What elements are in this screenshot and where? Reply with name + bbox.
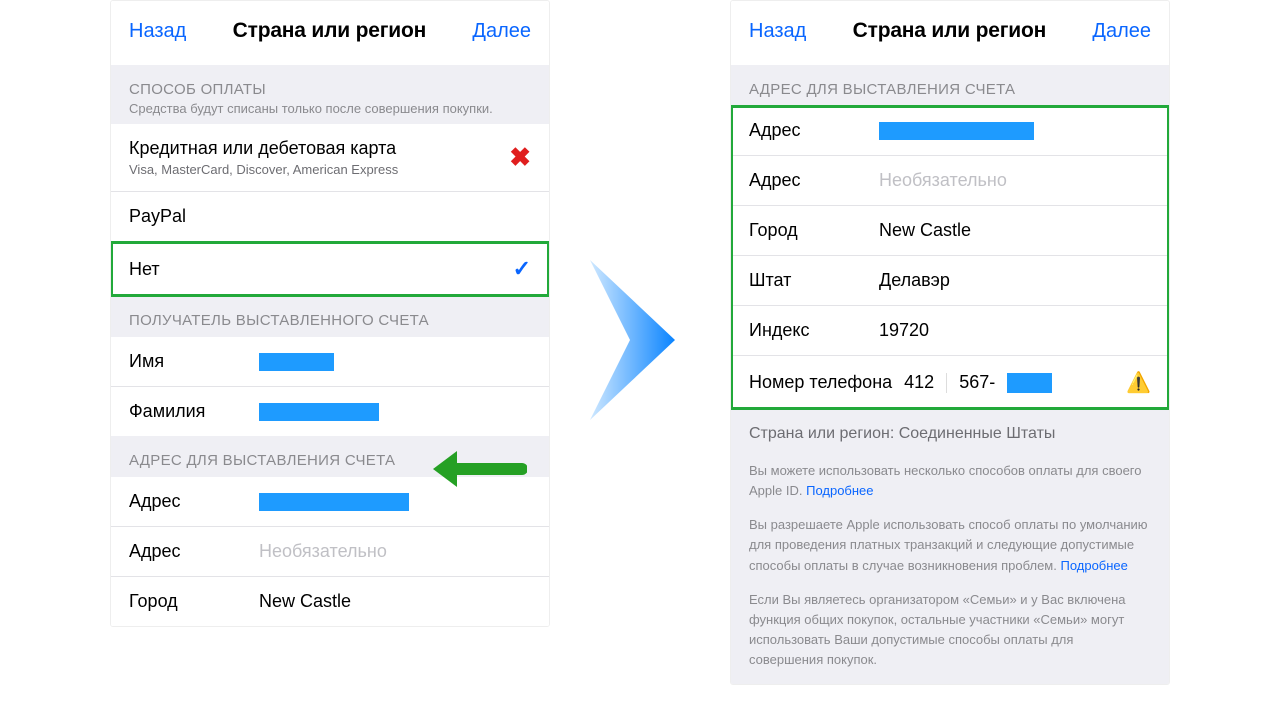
state-value: Делавэр	[879, 270, 1151, 291]
city-field[interactable]: Город New Castle	[111, 577, 549, 626]
address-label: Адрес	[749, 120, 879, 141]
first-name-field[interactable]: Имя	[111, 337, 549, 387]
billing-address-right-list: Адрес Адрес Необязательно Город New Cast…	[731, 106, 1169, 409]
back-button[interactable]: Назад	[749, 20, 806, 43]
nav-bar: Назад Страна или регион Далее	[111, 1, 549, 65]
divider	[946, 373, 947, 393]
payment-method-title: СПОСОБ ОПЛАТЫ	[129, 81, 531, 98]
address2-placeholder: Необязательно	[879, 170, 1151, 191]
billing-address-left-list: Адрес Адрес Необязательно Город New Cast…	[111, 477, 549, 626]
page-title: Страна или регион	[853, 19, 1046, 43]
address2-field[interactable]: Адрес Необязательно	[111, 527, 549, 577]
payment-method-subtitle: Средства будут списаны только после сове…	[129, 101, 531, 116]
country-summary: Страна или регион: Соединенные Штаты	[731, 409, 1169, 451]
city-label: Город	[129, 591, 259, 612]
redacted-block	[879, 122, 1034, 140]
chevron-right-icon	[570, 250, 710, 430]
address2-placeholder: Необязательно	[259, 541, 531, 562]
zip-value: 19720	[879, 320, 1151, 341]
redacted-block	[259, 403, 379, 421]
next-button[interactable]: Далее	[472, 20, 531, 43]
phone-area: 412	[904, 372, 934, 393]
recipient-title: ПОЛУЧАТЕЛЬ ВЫСТАВЛЕННОГО СЧЕТА	[129, 312, 531, 329]
state-label: Штат	[749, 270, 879, 291]
payment-method-header: СПОСОБ ОПЛАТЫ Средства будут списаны тол…	[111, 65, 549, 124]
zip-field[interactable]: Индекс 19720	[731, 306, 1169, 356]
billing-address-header: АДРЕС ДЛЯ ВЫСТАВЛЕНИЯ СЧЕТА	[111, 436, 549, 477]
footer-notes: Вы можете использовать несколько способо…	[731, 451, 1169, 684]
nav-bar: Назад Страна или регион Далее	[731, 1, 1169, 65]
city-value: New Castle	[879, 220, 1151, 241]
big-chevron	[550, 250, 730, 430]
note-2: Вы разрешаете Apple использовать способ …	[749, 515, 1151, 575]
recipient-list: Имя Фамилия	[111, 337, 549, 436]
note-1: Вы можете использовать несколько способо…	[749, 461, 1151, 501]
billing-address-title: АДРЕС ДЛЯ ВЫСТАВЛЕНИЯ СЧЕТА	[749, 81, 1151, 98]
city-field[interactable]: Город New Castle	[731, 206, 1169, 256]
state-field[interactable]: Штат Делавэр	[731, 256, 1169, 306]
redacted-block	[1007, 373, 1052, 393]
phone-field[interactable]: Номер телефона 412 567- ⚠️	[731, 356, 1169, 409]
payment-card-option[interactable]: Кредитная или дебетовая карта Visa, Mast…	[111, 124, 549, 192]
phone-label: Номер телефона	[749, 372, 892, 393]
phone-part: 567-	[959, 372, 995, 393]
address-field[interactable]: Адрес	[731, 106, 1169, 156]
redacted-block	[259, 493, 409, 511]
address2-label: Адрес	[749, 170, 879, 191]
none-label: Нет	[129, 259, 160, 280]
last-name-label: Фамилия	[129, 401, 259, 422]
more-link[interactable]: Подробнее	[1060, 558, 1127, 573]
note-3: Если Вы являетесь организатором «Семьи» …	[749, 590, 1151, 671]
left-screenshot: Назад Страна или регион Далее СПОСОБ ОПЛ…	[110, 0, 550, 627]
city-label: Город	[749, 220, 879, 241]
zip-label: Индекс	[749, 320, 879, 341]
x-icon: ✖	[509, 142, 531, 173]
back-button[interactable]: Назад	[129, 20, 186, 43]
arrow-left-icon	[417, 441, 527, 497]
address2-field[interactable]: Адрес Необязательно	[731, 156, 1169, 206]
address-label: Адрес	[129, 491, 259, 512]
redacted-block	[259, 353, 334, 371]
first-name-label: Имя	[129, 351, 259, 372]
billing-recipient-header: ПОЛУЧАТЕЛЬ ВЫСТАВЛЕННОГО СЧЕТА	[111, 296, 549, 337]
next-button[interactable]: Далее	[1092, 20, 1151, 43]
warning-icon: ⚠️	[1126, 370, 1151, 395]
payment-method-list: Кредитная или дебетовая карта Visa, Mast…	[111, 124, 549, 296]
payment-none-option[interactable]: Нет ✓	[111, 242, 549, 296]
paypal-label: PayPal	[129, 206, 186, 227]
card-subtitle: Visa, MasterCard, Discover, American Exp…	[129, 162, 509, 177]
billing-address-header: АДРЕС ДЛЯ ВЫСТАВЛЕНИЯ СЧЕТА	[731, 65, 1169, 106]
address2-label: Адрес	[129, 541, 259, 562]
checkmark-icon: ✓	[513, 256, 531, 282]
page-title: Страна или регион	[233, 19, 426, 43]
more-link[interactable]: Подробнее	[806, 483, 873, 498]
right-screenshot: Назад Страна или регион Далее АДРЕС ДЛЯ …	[730, 0, 1170, 685]
payment-paypal-option[interactable]: PayPal	[111, 192, 549, 242]
last-name-field[interactable]: Фамилия	[111, 387, 549, 436]
card-title: Кредитная или дебетовая карта	[129, 138, 509, 159]
city-value: New Castle	[259, 591, 531, 612]
